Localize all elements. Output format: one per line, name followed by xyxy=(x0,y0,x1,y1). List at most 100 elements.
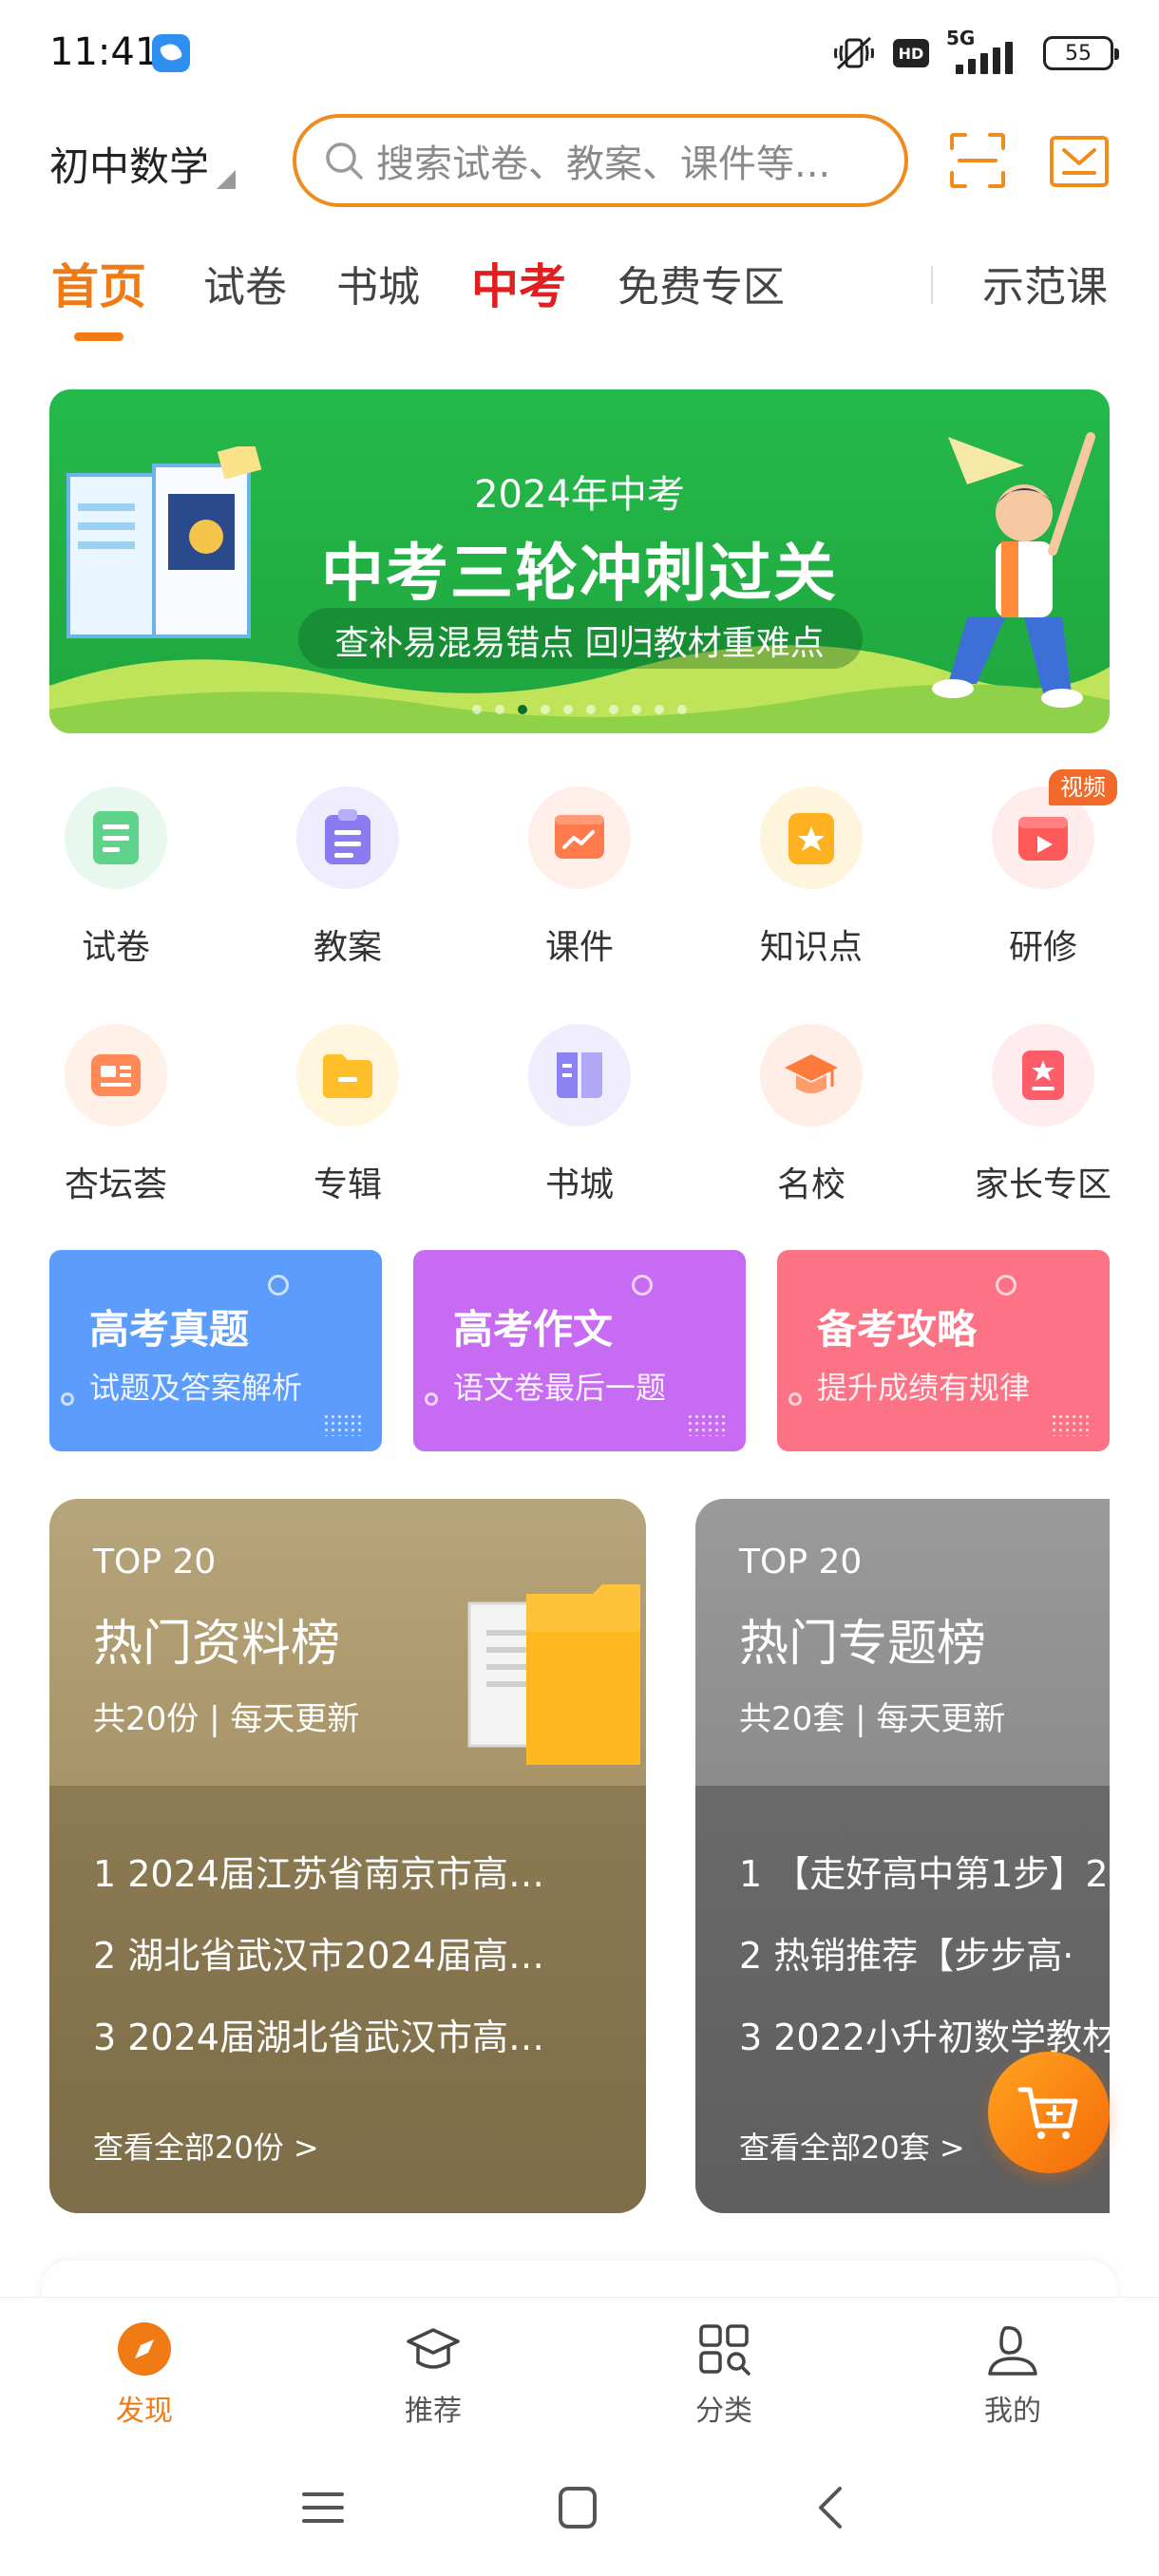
grid-item-exams[interactable]: 试卷 xyxy=(21,786,211,976)
banner-dot[interactable] xyxy=(472,705,482,714)
banner-dot[interactable] xyxy=(541,705,550,714)
app-notification-icon xyxy=(152,34,190,72)
subject-selector[interactable]: 初中数学 xyxy=(49,135,237,193)
grid-label: 家长专区 xyxy=(974,1165,1112,1204)
search-placeholder: 搜索试卷、教案、课件等... xyxy=(376,142,831,186)
cart-fab-button[interactable] xyxy=(988,2052,1110,2173)
folder-icon xyxy=(296,1024,399,1127)
parent-star-icon xyxy=(992,1024,1094,1127)
decor-dots xyxy=(687,1413,729,1436)
tab-demo-lessons[interactable]: 示范课 xyxy=(982,253,1108,313)
promo-subtitle: 提升成绩有规律 xyxy=(817,1370,1031,1406)
decor-circle xyxy=(632,1275,653,1296)
promo-card-gaokao-essay[interactable]: 高考作文 语文卷最后一题 xyxy=(413,1250,746,1451)
tab-bookstore[interactable]: 书城 xyxy=(336,253,420,313)
banner-subtitle: 查补易混易错点 回归教材重难点 xyxy=(334,624,825,663)
tab-free-zone[interactable]: 免费专区 xyxy=(618,253,785,313)
ranking-title: 热门专题榜 xyxy=(739,1616,987,1673)
nav-recommend[interactable]: 推荐 xyxy=(357,2320,509,2434)
caret-down-icon xyxy=(217,170,237,189)
back-icon[interactable] xyxy=(804,2481,861,2534)
banner-pagination xyxy=(49,705,1110,714)
grid-item-parents-zone[interactable]: 家长专区 xyxy=(948,1024,1138,1214)
scan-icon[interactable] xyxy=(948,131,1007,190)
view-all-link[interactable]: 查看全部20套 > xyxy=(739,2124,965,2168)
view-all-link[interactable]: 查看全部20份 > xyxy=(93,2124,319,2168)
video-badge: 视频 xyxy=(1049,769,1117,805)
menu-icon[interactable] xyxy=(294,2481,352,2534)
grid-label: 书城 xyxy=(544,1165,614,1204)
status-time: 11:41 xyxy=(49,30,160,74)
banner-dot[interactable] xyxy=(677,705,687,714)
promo-card-gaokao-exams[interactable]: 高考真题 试题及答案解析 xyxy=(49,1250,382,1451)
grid-label: 研修 xyxy=(1008,928,1077,967)
tab-exams[interactable]: 试卷 xyxy=(203,253,287,313)
ranking-card-hot-materials[interactable]: TOP 20 热门资料榜 共20份 | 每天更新 1 2024届江苏省南京市高…… xyxy=(49,1499,646,2213)
news-card-icon xyxy=(65,1024,167,1127)
ranking-item[interactable]: 2 热销推荐【步步高· xyxy=(739,1926,1074,1979)
decor-circle xyxy=(268,1275,289,1296)
grid-item-training[interactable]: 研修 xyxy=(948,786,1138,976)
system-navigation-bar xyxy=(0,2439,1159,2576)
grid-item-albums[interactable]: 专辑 xyxy=(253,1024,443,1214)
nav-label: 分类 xyxy=(695,2395,752,2428)
nav-category[interactable]: 分类 xyxy=(648,2320,800,2434)
nav-discover[interactable]: 发现 xyxy=(68,2320,220,2434)
ranking-item[interactable]: 1 【走好高中第1步】2 xyxy=(739,1845,1109,1897)
ranking-item[interactable]: 3 2024届湖北省武汉市高… xyxy=(93,2008,544,2060)
knowledge-star-icon xyxy=(760,786,863,889)
ranking-kicker: TOP 20 xyxy=(739,1543,863,1582)
home-icon[interactable] xyxy=(549,2481,606,2534)
promo-subtitle: 试题及答案解析 xyxy=(89,1370,303,1406)
search-icon xyxy=(326,142,363,180)
decor-dots xyxy=(1051,1413,1092,1436)
exam-paper-icon xyxy=(65,786,167,889)
status-bar: 11:41 HD 5G 55 xyxy=(0,0,1159,104)
mail-icon[interactable] xyxy=(1049,135,1110,188)
grid-item-xingtan[interactable]: 杏坛荟 xyxy=(21,1024,211,1214)
grid-item-bookstore[interactable]: 书城 xyxy=(484,1024,674,1214)
grid-label: 知识点 xyxy=(759,928,863,967)
grid-item-courseware[interactable]: 课件 xyxy=(484,786,674,976)
recommend-cap-icon xyxy=(407,2328,460,2369)
nav-profile[interactable]: 我的 xyxy=(937,2320,1089,2434)
grid-item-knowledge-points[interactable]: 知识点 xyxy=(716,786,906,976)
banner-dot[interactable] xyxy=(609,705,618,714)
banner-dot[interactable] xyxy=(586,705,596,714)
grid-label: 专辑 xyxy=(313,1165,382,1204)
graduation-cap-icon xyxy=(760,1024,863,1127)
ranking-meta: 共20份 | 每天更新 xyxy=(93,1700,360,1738)
promo-title: 备考攻略 xyxy=(817,1306,978,1353)
banner-dot-active[interactable] xyxy=(518,705,527,714)
grid-item-lesson-plans[interactable]: 教案 xyxy=(253,786,443,976)
banner-dot[interactable] xyxy=(563,705,573,714)
banner-title: 中考三轮冲刺过关 xyxy=(321,537,838,610)
vibrate-off-icon xyxy=(834,36,874,70)
hd-badge: HD xyxy=(893,39,929,67)
banner-dot[interactable] xyxy=(632,705,641,714)
promo-banner[interactable]: 2024年中考 中考三轮冲刺过关 查补易混易错点 回归教材重难点 xyxy=(49,389,1110,733)
ranking-item[interactable]: 1 2024届江苏省南京市高… xyxy=(93,1845,544,1897)
banner-dot[interactable] xyxy=(655,705,664,714)
nav-label: 我的 xyxy=(984,2395,1041,2428)
category-grid-icon xyxy=(699,2324,750,2376)
subject-label: 初中数学 xyxy=(49,143,210,190)
grid-item-famous-schools[interactable]: 名校 xyxy=(716,1024,906,1214)
promo-title: 高考作文 xyxy=(453,1306,614,1353)
category-tabs: 首页 试卷 书城 中考 免费专区 示范课 xyxy=(0,253,1159,348)
top-header: 初中数学 搜索试卷、教案、课件等... xyxy=(0,112,1159,211)
decor-circle xyxy=(61,1392,74,1406)
tab-zhongkao[interactable]: 中考 xyxy=(471,249,566,317)
book-icon xyxy=(528,1024,631,1127)
promo-card-exam-strategy[interactable]: 备考攻略 提升成绩有规律 xyxy=(777,1250,1110,1451)
grid-label: 试卷 xyxy=(81,928,150,967)
nav-label: 推荐 xyxy=(405,2395,462,2428)
search-input[interactable]: 搜索试卷、教案、课件等... xyxy=(293,114,908,207)
signal-icon: 5G xyxy=(946,27,1026,74)
battery-level: 55 xyxy=(1065,41,1092,66)
banner-dot[interactable] xyxy=(495,705,504,714)
ranking-item[interactable]: 2 湖北省武汉市2024届高… xyxy=(93,1926,544,1979)
tab-home[interactable]: 首页 xyxy=(51,249,146,317)
battery-icon: 55 xyxy=(1043,36,1119,70)
active-tab-indicator xyxy=(74,332,124,341)
